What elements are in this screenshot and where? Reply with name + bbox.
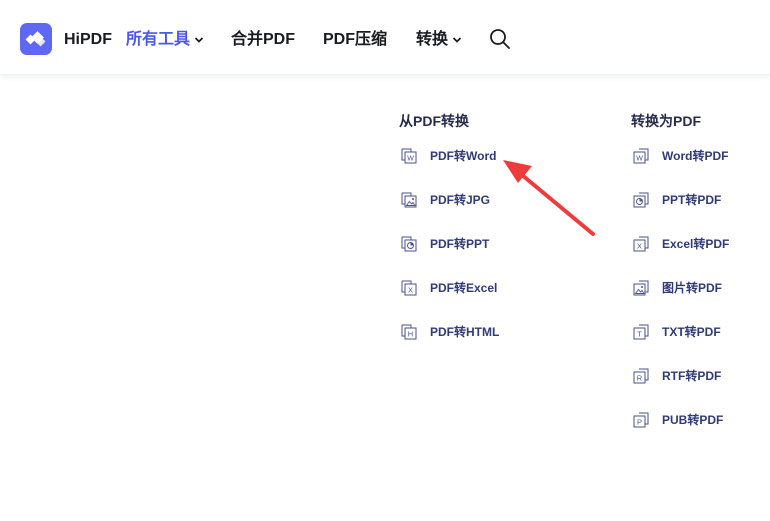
- nav-compress-pdf-label: PDF压缩: [323, 31, 388, 48]
- chevron-down-icon: [452, 37, 462, 43]
- svg-text:T: T: [637, 330, 642, 339]
- nav-convert-label: 转换: [416, 31, 449, 48]
- rtf-file-icon: R: [633, 368, 649, 384]
- nav-all-tools[interactable]: 所有工具: [126, 29, 204, 51]
- menu-item-label: TXT转PDF: [662, 325, 721, 339]
- svg-text:P: P: [637, 418, 642, 427]
- txt-file-icon: T: [633, 324, 649, 340]
- menu-item-label: PDF转JPG: [430, 193, 491, 207]
- ppt-file-icon: [401, 236, 417, 252]
- nav-compress-pdf[interactable]: PDF压缩: [323, 29, 387, 51]
- hipdf-logo[interactable]: [20, 23, 52, 55]
- html-file-icon: H: [401, 324, 417, 340]
- menu-item-label: PPT转PDF: [662, 193, 722, 207]
- search-button[interactable]: [489, 28, 511, 50]
- nav-all-tools-label: 所有工具: [126, 31, 191, 48]
- word-file-icon: W: [401, 148, 417, 164]
- to-pdf-title: 转换为PDF: [631, 113, 701, 129]
- search-icon: [490, 29, 510, 49]
- menu-item-label: PDF转HTML: [430, 325, 500, 339]
- image-file-icon: [401, 192, 417, 208]
- svg-text:H: H: [408, 330, 413, 339]
- menu-item-label: Excel转PDF: [662, 237, 730, 251]
- nav-convert[interactable]: 转换: [416, 29, 462, 51]
- excel-file-icon: X: [633, 236, 649, 252]
- red-arrow-annotation-icon: [503, 160, 595, 236]
- svg-text:R: R: [637, 374, 643, 383]
- nav-merge-pdf[interactable]: 合并PDF: [231, 29, 295, 51]
- menu-item-label: PDF转PPT: [430, 237, 490, 251]
- pub-file-icon: P: [633, 412, 649, 428]
- svg-text:W: W: [636, 156, 643, 163]
- menu-item-label: Word转PDF: [662, 149, 729, 163]
- menu-item-label: 图片转PDF: [662, 281, 723, 295]
- excel-file-icon: X: [401, 280, 417, 296]
- menu-item-label: PUB转PDF: [662, 413, 724, 427]
- svg-text:X: X: [637, 242, 642, 251]
- logo-diamond-icon: [25, 31, 46, 47]
- brand-name[interactable]: HiPDF: [64, 30, 112, 50]
- image-file-icon: [633, 280, 649, 296]
- svg-text:X: X: [408, 286, 413, 295]
- menu-item-label: PDF转Excel: [430, 281, 498, 295]
- ppt-file-icon: [633, 192, 649, 208]
- nav-merge-pdf-label: 合并PDF: [231, 31, 296, 48]
- menu-item-label: PDF转Word: [430, 149, 497, 163]
- svg-text:W: W: [407, 156, 414, 163]
- word-file-icon: W: [633, 148, 649, 164]
- top-navbar: HiPDF 所有工具 合并PDF PDF压缩 转换: [0, 0, 770, 75]
- chevron-down-icon: [194, 37, 204, 43]
- menu-item-label: RTF转PDF: [662, 369, 722, 383]
- from-pdf-title: 从PDF转换: [399, 113, 469, 129]
